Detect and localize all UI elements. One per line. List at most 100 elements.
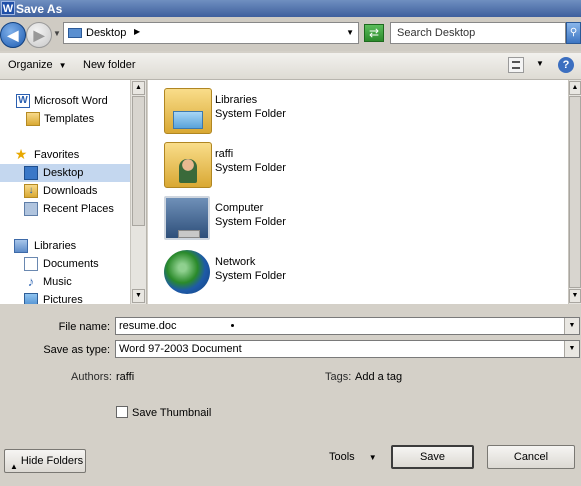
scroll-up-arrow-icon[interactable]: ▲ xyxy=(569,81,581,95)
window-title: Save As xyxy=(16,2,63,16)
file-type: System Folder xyxy=(215,162,286,174)
sidebar-item-recent-places[interactable]: Recent Places xyxy=(0,200,130,218)
libraries-icon xyxy=(14,239,28,253)
file-type: System Folder xyxy=(215,270,286,282)
sidebar-item-label: Downloads xyxy=(43,185,98,197)
address-location[interactable]: Desktop xyxy=(86,27,126,39)
back-button[interactable]: ◀ xyxy=(0,22,26,48)
sidebar-item-pictures[interactable]: Pictures xyxy=(0,291,130,304)
new-folder-button[interactable]: New folder xyxy=(83,59,136,71)
list-item[interactable]: Libraries System Folder xyxy=(164,86,364,136)
sidebar-item-label: Documents xyxy=(43,258,99,270)
libraries-folder-icon xyxy=(164,88,212,134)
file-name: Libraries xyxy=(215,94,258,106)
tools-menu[interactable]: Tools ▼ xyxy=(329,451,377,463)
mouse-cursor xyxy=(231,324,234,327)
sidebar-item-label: Microsoft Word xyxy=(34,95,108,107)
save-as-type-select[interactable]: Word 97-2003 Document ▼ xyxy=(115,340,580,358)
help-icon[interactable]: ? xyxy=(558,57,574,73)
sidebar-item-microsoft-word[interactable]: W Microsoft Word xyxy=(0,92,130,110)
scroll-down-arrow-icon[interactable]: ▼ xyxy=(569,289,581,303)
word-app-icon: W xyxy=(1,1,15,15)
sidebar-item-label: Pictures xyxy=(43,294,83,304)
forward-button[interactable]: ▶ xyxy=(26,22,52,48)
tools-label: Tools xyxy=(329,451,355,463)
list-item[interactable]: Computer System Folder xyxy=(164,194,364,244)
list-item[interactable]: Network System Folder xyxy=(164,248,364,298)
sidebar-item-music[interactable]: ♪ Music xyxy=(0,273,130,291)
file-list-scrollbar[interactable]: ▲ ▼ xyxy=(568,80,581,304)
authors-label: Authors: xyxy=(71,371,112,383)
save-as-type-label: Save as type: xyxy=(43,344,110,356)
file-name-label: File name: xyxy=(58,321,110,333)
sidebar-item-downloads[interactable]: ↓ Downloads xyxy=(0,182,130,200)
sidebar-item-label: Desktop xyxy=(43,167,84,179)
chevron-up-icon: ▲ xyxy=(10,462,18,471)
file-name: Computer xyxy=(215,202,264,214)
save-as-type-dropdown-icon[interactable]: ▼ xyxy=(564,341,579,357)
file-list[interactable]: Libraries System Folder raffi System Fol… xyxy=(148,80,568,304)
search-placeholder: Search Desktop xyxy=(397,27,476,39)
address-bar[interactable]: Desktop ▶ ▼ xyxy=(63,22,359,44)
organize-label: Organize xyxy=(8,59,53,71)
view-options-dropdown-icon[interactable]: ▼ xyxy=(536,59,544,68)
list-item[interactable]: raffi System Folder xyxy=(164,140,364,190)
save-thumbnail-label: Save Thumbnail xyxy=(132,407,212,419)
tags-label: Tags: xyxy=(325,371,352,383)
file-name-dropdown-icon[interactable]: ▼ xyxy=(564,318,579,334)
refresh-button[interactable]: ⇄ xyxy=(364,24,384,42)
save-button[interactable]: Save xyxy=(391,445,474,469)
star-icon: ★ xyxy=(14,146,28,162)
scroll-down-arrow-icon[interactable]: ▼ xyxy=(132,289,145,303)
folder-icon xyxy=(26,112,40,126)
recent-places-icon xyxy=(24,202,38,216)
command-toolbar: Organize ▼ New folder ▼ ? xyxy=(0,53,581,80)
tags-value[interactable]: Add a tag xyxy=(355,371,402,383)
sidebar-item-label: Libraries xyxy=(34,240,77,252)
file-type: System Folder xyxy=(215,216,286,228)
hide-folders-label: Hide Folders xyxy=(20,455,84,467)
sidebar-item-libraries[interactable]: Libraries xyxy=(0,237,130,255)
organize-menu[interactable]: Organize ▼ xyxy=(8,59,67,71)
downloads-icon: ↓ xyxy=(24,184,38,198)
computer-icon xyxy=(164,196,210,240)
music-icon: ♪ xyxy=(27,274,35,289)
sidebar-item-templates[interactable]: Templates xyxy=(0,110,130,128)
save-as-type-value: Word 97-2003 Document xyxy=(119,343,242,355)
scroll-up-arrow-icon[interactable]: ▲ xyxy=(132,81,145,95)
file-name-value: resume.doc xyxy=(119,320,177,332)
chevron-down-icon: ▼ xyxy=(58,61,67,70)
file-name: raffi xyxy=(215,148,234,160)
sidebar-item-desktop[interactable]: Desktop xyxy=(0,164,130,182)
network-icon xyxy=(164,250,210,294)
scrollbar-thumb[interactable] xyxy=(132,96,145,226)
search-icon[interactable]: ⚲ xyxy=(566,22,581,44)
user-folder-icon xyxy=(164,142,212,188)
breadcrumb-chevron-icon[interactable]: ▶ xyxy=(134,27,140,36)
navigation-pane-scrollbar[interactable]: ▲ ▼ xyxy=(130,80,146,304)
chevron-down-icon: ▼ xyxy=(368,453,377,462)
change-view-icon[interactable] xyxy=(508,57,524,73)
scrollbar-thumb[interactable] xyxy=(569,96,581,288)
save-thumbnail-checkbox[interactable] xyxy=(116,406,128,418)
sidebar-item-label: Recent Places xyxy=(43,203,114,215)
search-input[interactable]: Search Desktop xyxy=(390,22,566,44)
hide-folders-button[interactable]: ▲ Hide Folders xyxy=(4,449,86,473)
file-name-input[interactable]: resume.doc ▼ xyxy=(115,317,580,335)
title-bar: W Save As xyxy=(0,0,581,17)
address-row: ◀ ▶ ▼ Desktop ▶ ▼ ⇄ Search Desktop ⚲ xyxy=(0,17,581,51)
desktop-folder-icon xyxy=(68,28,82,38)
authors-value[interactable]: raffi xyxy=(116,371,134,383)
address-dropdown-icon[interactable]: ▼ xyxy=(346,28,354,37)
sidebar-item-label: Music xyxy=(43,276,72,288)
sidebar-item-favorites[interactable]: ★ Favorites xyxy=(0,146,130,164)
cancel-button[interactable]: Cancel xyxy=(487,445,575,469)
sidebar-item-documents[interactable]: Documents xyxy=(0,255,130,273)
recent-locations-dropdown-icon[interactable]: ▼ xyxy=(53,29,61,38)
word-icon: W xyxy=(16,94,30,108)
sidebar-item-label: Templates xyxy=(44,113,95,125)
file-name: Network xyxy=(215,256,256,268)
sidebar-item-label: Favorites xyxy=(34,149,80,161)
pictures-icon xyxy=(24,293,38,304)
navigation-pane[interactable]: W Microsoft Word Templates ★ Favorites D… xyxy=(0,80,147,304)
